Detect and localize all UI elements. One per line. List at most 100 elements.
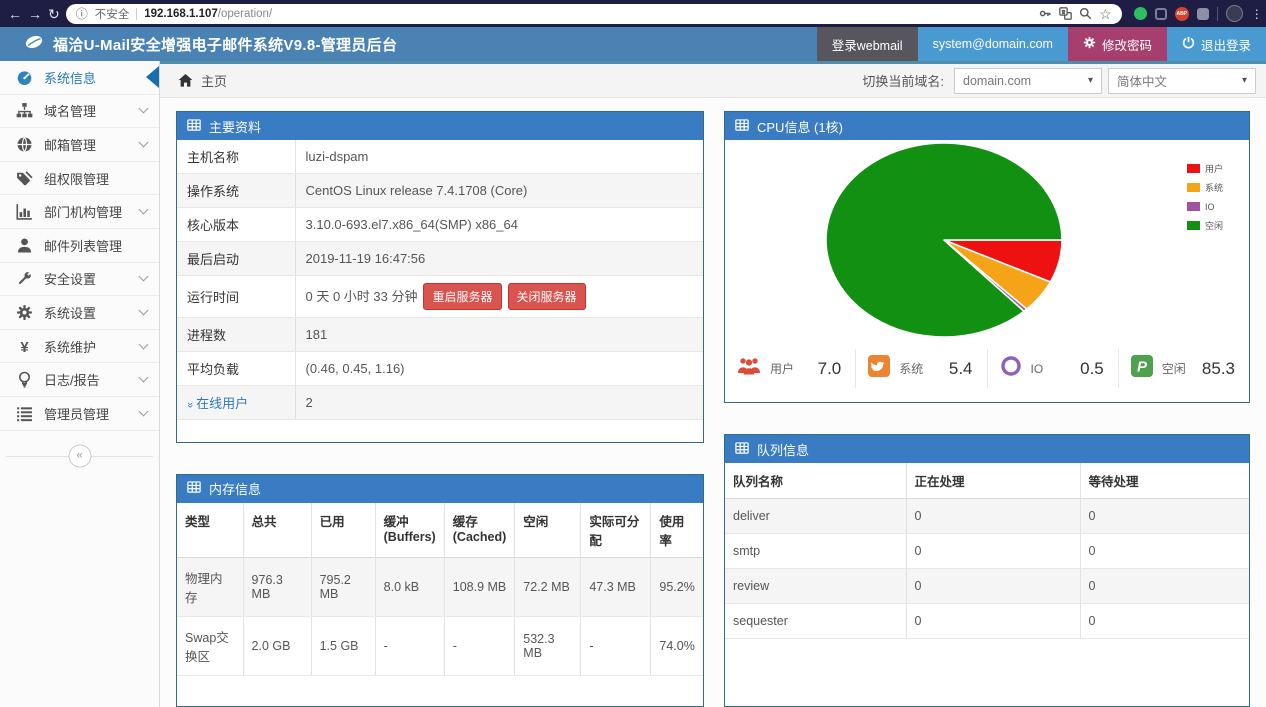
table-cell: 0 (906, 604, 1080, 639)
account-button[interactable]: system@domain.com (918, 27, 1068, 61)
column-header: 实际可分配 (581, 503, 651, 558)
cpu-stat-系统: 系统5.4 (855, 349, 986, 388)
login-webmail-button[interactable]: 登录webmail (817, 27, 918, 61)
extension-icon[interactable] (1197, 8, 1209, 20)
info-row-hostname: 主机名称luzi-dspam (177, 140, 703, 174)
table-cell: sequester (725, 604, 906, 639)
info-label-os: 操作系统 (177, 174, 295, 208)
column-header: 队列名称 (725, 463, 906, 499)
shutdown-server-button[interactable]: 关闭服务器 (508, 283, 586, 310)
info-label-online-users[interactable]: »在线用户 (177, 386, 295, 420)
table-cell: 108.9 MB (444, 557, 515, 616)
column-header: 总共 (243, 503, 311, 558)
info-value-text: 3.10.0-693.el7.x86_64(SMP) x86_64 (306, 217, 518, 232)
bookmark-star-icon[interactable]: ☆ (1099, 7, 1112, 21)
chevron-down-icon (139, 104, 149, 114)
sidebar-item-group-perm-mgmt[interactable]: 组权限管理 (0, 162, 159, 196)
login-webmail-label: 登录webmail (832, 35, 903, 54)
sidebar-item-label: 部门机构管理 (44, 202, 122, 221)
chevron-down-icon (139, 339, 149, 349)
panel-title: 队列信息 (757, 440, 809, 459)
sidebar-item-system-maintenance[interactable]: ¥系统维护 (0, 330, 159, 364)
table-cell: 95.2% (651, 557, 703, 616)
evernote-extension-icon[interactable] (1134, 7, 1147, 20)
info-row-kernel: 核心版本3.10.0-693.el7.x86_64(SMP) x86_64 (177, 208, 703, 242)
clipboard-extension-icon[interactable] (1155, 8, 1167, 20)
yen-icon: ¥ (16, 338, 33, 355)
browser-menu-icon[interactable]: ⋮ (1251, 7, 1263, 21)
legend-swatch (1187, 221, 1200, 230)
sidebar-item-domain-mgmt[interactable]: 域名管理 (0, 95, 159, 129)
table-cell: 0 (1080, 499, 1249, 534)
sidebar: 系统信息域名管理邮箱管理组权限管理部门机构管理邮件列表管理安全设置系统设置¥系统… (0, 61, 160, 707)
page-info-icon[interactable]: ⓘ (76, 5, 88, 22)
sidebar-item-admin-mgmt[interactable]: 管理员管理 (0, 397, 159, 431)
url-path: /operation/ (218, 8, 272, 20)
breadcrumb[interactable]: 主页 (201, 71, 227, 90)
table-cell: 1.5 GB (311, 616, 375, 675)
sidebar-item-security-settings[interactable]: 安全设置 (0, 263, 159, 297)
legend-label: 系统 (1205, 181, 1223, 194)
forward-icon[interactable]: → (28, 7, 42, 21)
adblock-extension-icon[interactable]: ABP (1175, 7, 1189, 21)
sidebar-item-system-info[interactable]: 系统信息 (0, 61, 159, 95)
table-cell: - (375, 616, 444, 675)
cpu-stats-row: 用户7.0系统5.4IO0.5P空闲85.3 (725, 347, 1249, 402)
password-key-icon[interactable] (1039, 7, 1052, 20)
column-header: 已用 (311, 503, 375, 558)
address-bar[interactable]: ⓘ 不安全 192.168.1.107/operation/ ☆ (66, 4, 1122, 24)
chart-legend: 用户系统IO空闲 (1187, 159, 1223, 235)
language-select[interactable]: 简体中文 ▾ (1108, 68, 1256, 94)
legend-item: 空闲 (1187, 216, 1223, 235)
column-header: 缓冲 (Buffers) (375, 503, 444, 558)
legend-item: 系统 (1187, 178, 1223, 197)
domain-switch-label: 切换当前域名: (862, 71, 944, 90)
sidebar-item-label: 安全设置 (44, 269, 96, 288)
sidebar-item-logs-reports[interactable]: 日志/报告 (0, 363, 159, 397)
sidebar-item-mailbox-mgmt[interactable]: 邮箱管理 (0, 128, 159, 162)
legend-swatch (1187, 183, 1200, 192)
restart-server-button[interactable]: 重启服务器 (423, 283, 501, 310)
table-cell: 0 (906, 499, 1080, 534)
reload-icon[interactable]: ↻ (48, 7, 60, 21)
column-header: 使用率 (651, 503, 703, 558)
back-icon[interactable]: ← (8, 7, 22, 21)
domain-select[interactable]: domain.com ▾ (954, 68, 1102, 94)
twitter-icon (868, 355, 890, 382)
leaf-logo-icon (24, 32, 44, 57)
table-cell: 8.0 kB (375, 557, 444, 616)
info-row-load-avg: 平均负载(0.46, 0.45, 1.16) (177, 352, 703, 386)
browser-profile-avatar[interactable] (1226, 5, 1243, 22)
table-cell: 47.3 MB (581, 557, 651, 616)
url-text: 192.168.1.107/operation/ (144, 8, 272, 20)
table-cell: 物理内存 (177, 557, 243, 616)
sidebar-item-dept-org-mgmt[interactable]: 部门机构管理 (0, 195, 159, 229)
change-password-label: 修改密码 (1102, 35, 1152, 54)
logout-button[interactable]: 退出登录 (1167, 27, 1266, 61)
sidebar-item-label: 组权限管理 (44, 169, 109, 188)
breadcrumb-bar: 主页 切换当前域名: domain.com ▾ 简体中文 ▾ (160, 64, 1266, 98)
sidebar-item-system-settings[interactable]: 系统设置 (0, 296, 159, 330)
table-grid-icon (735, 441, 749, 458)
bar-chart-icon (16, 203, 33, 220)
users-icon (737, 355, 761, 382)
online-users-link[interactable]: 在线用户 (196, 396, 248, 411)
page-title: 福洽U-Mail安全增强电子邮件系统V9.8-管理员后台 (53, 34, 397, 55)
home-icon[interactable] (178, 73, 193, 88)
sidebar-item-maillist-mgmt[interactable]: 邮件列表管理 (0, 229, 159, 263)
cpu-stat-IO: IO0.5 (987, 349, 1118, 388)
sidebar-collapse-button[interactable]: « (68, 444, 91, 467)
zoom-icon[interactable] (1079, 7, 1092, 20)
angle-double-down-icon: » (184, 402, 196, 408)
legend-label: 用户 (1205, 162, 1223, 175)
translate-icon[interactable] (1059, 7, 1072, 20)
table-row: deliver00 (725, 499, 1249, 534)
legend-swatch (1187, 164, 1200, 173)
table-cell: smtp (725, 534, 906, 569)
change-password-button[interactable]: 修改密码 (1068, 27, 1167, 61)
info-value-text: 2019-11-19 16:47:56 (306, 251, 426, 266)
info-row-os: 操作系统CentOS Linux release 7.4.1708 (Core) (177, 174, 703, 208)
info-row-last-boot: 最后启动 2019-11-19 16:47:56 (177, 242, 703, 276)
cpu-panel: CPU信息 (1核) 用户系统IO空闲 用户7.0系统5.4IO0.5P空闲85… (724, 111, 1250, 403)
info-label-last-boot: 最后启动 (177, 242, 295, 276)
